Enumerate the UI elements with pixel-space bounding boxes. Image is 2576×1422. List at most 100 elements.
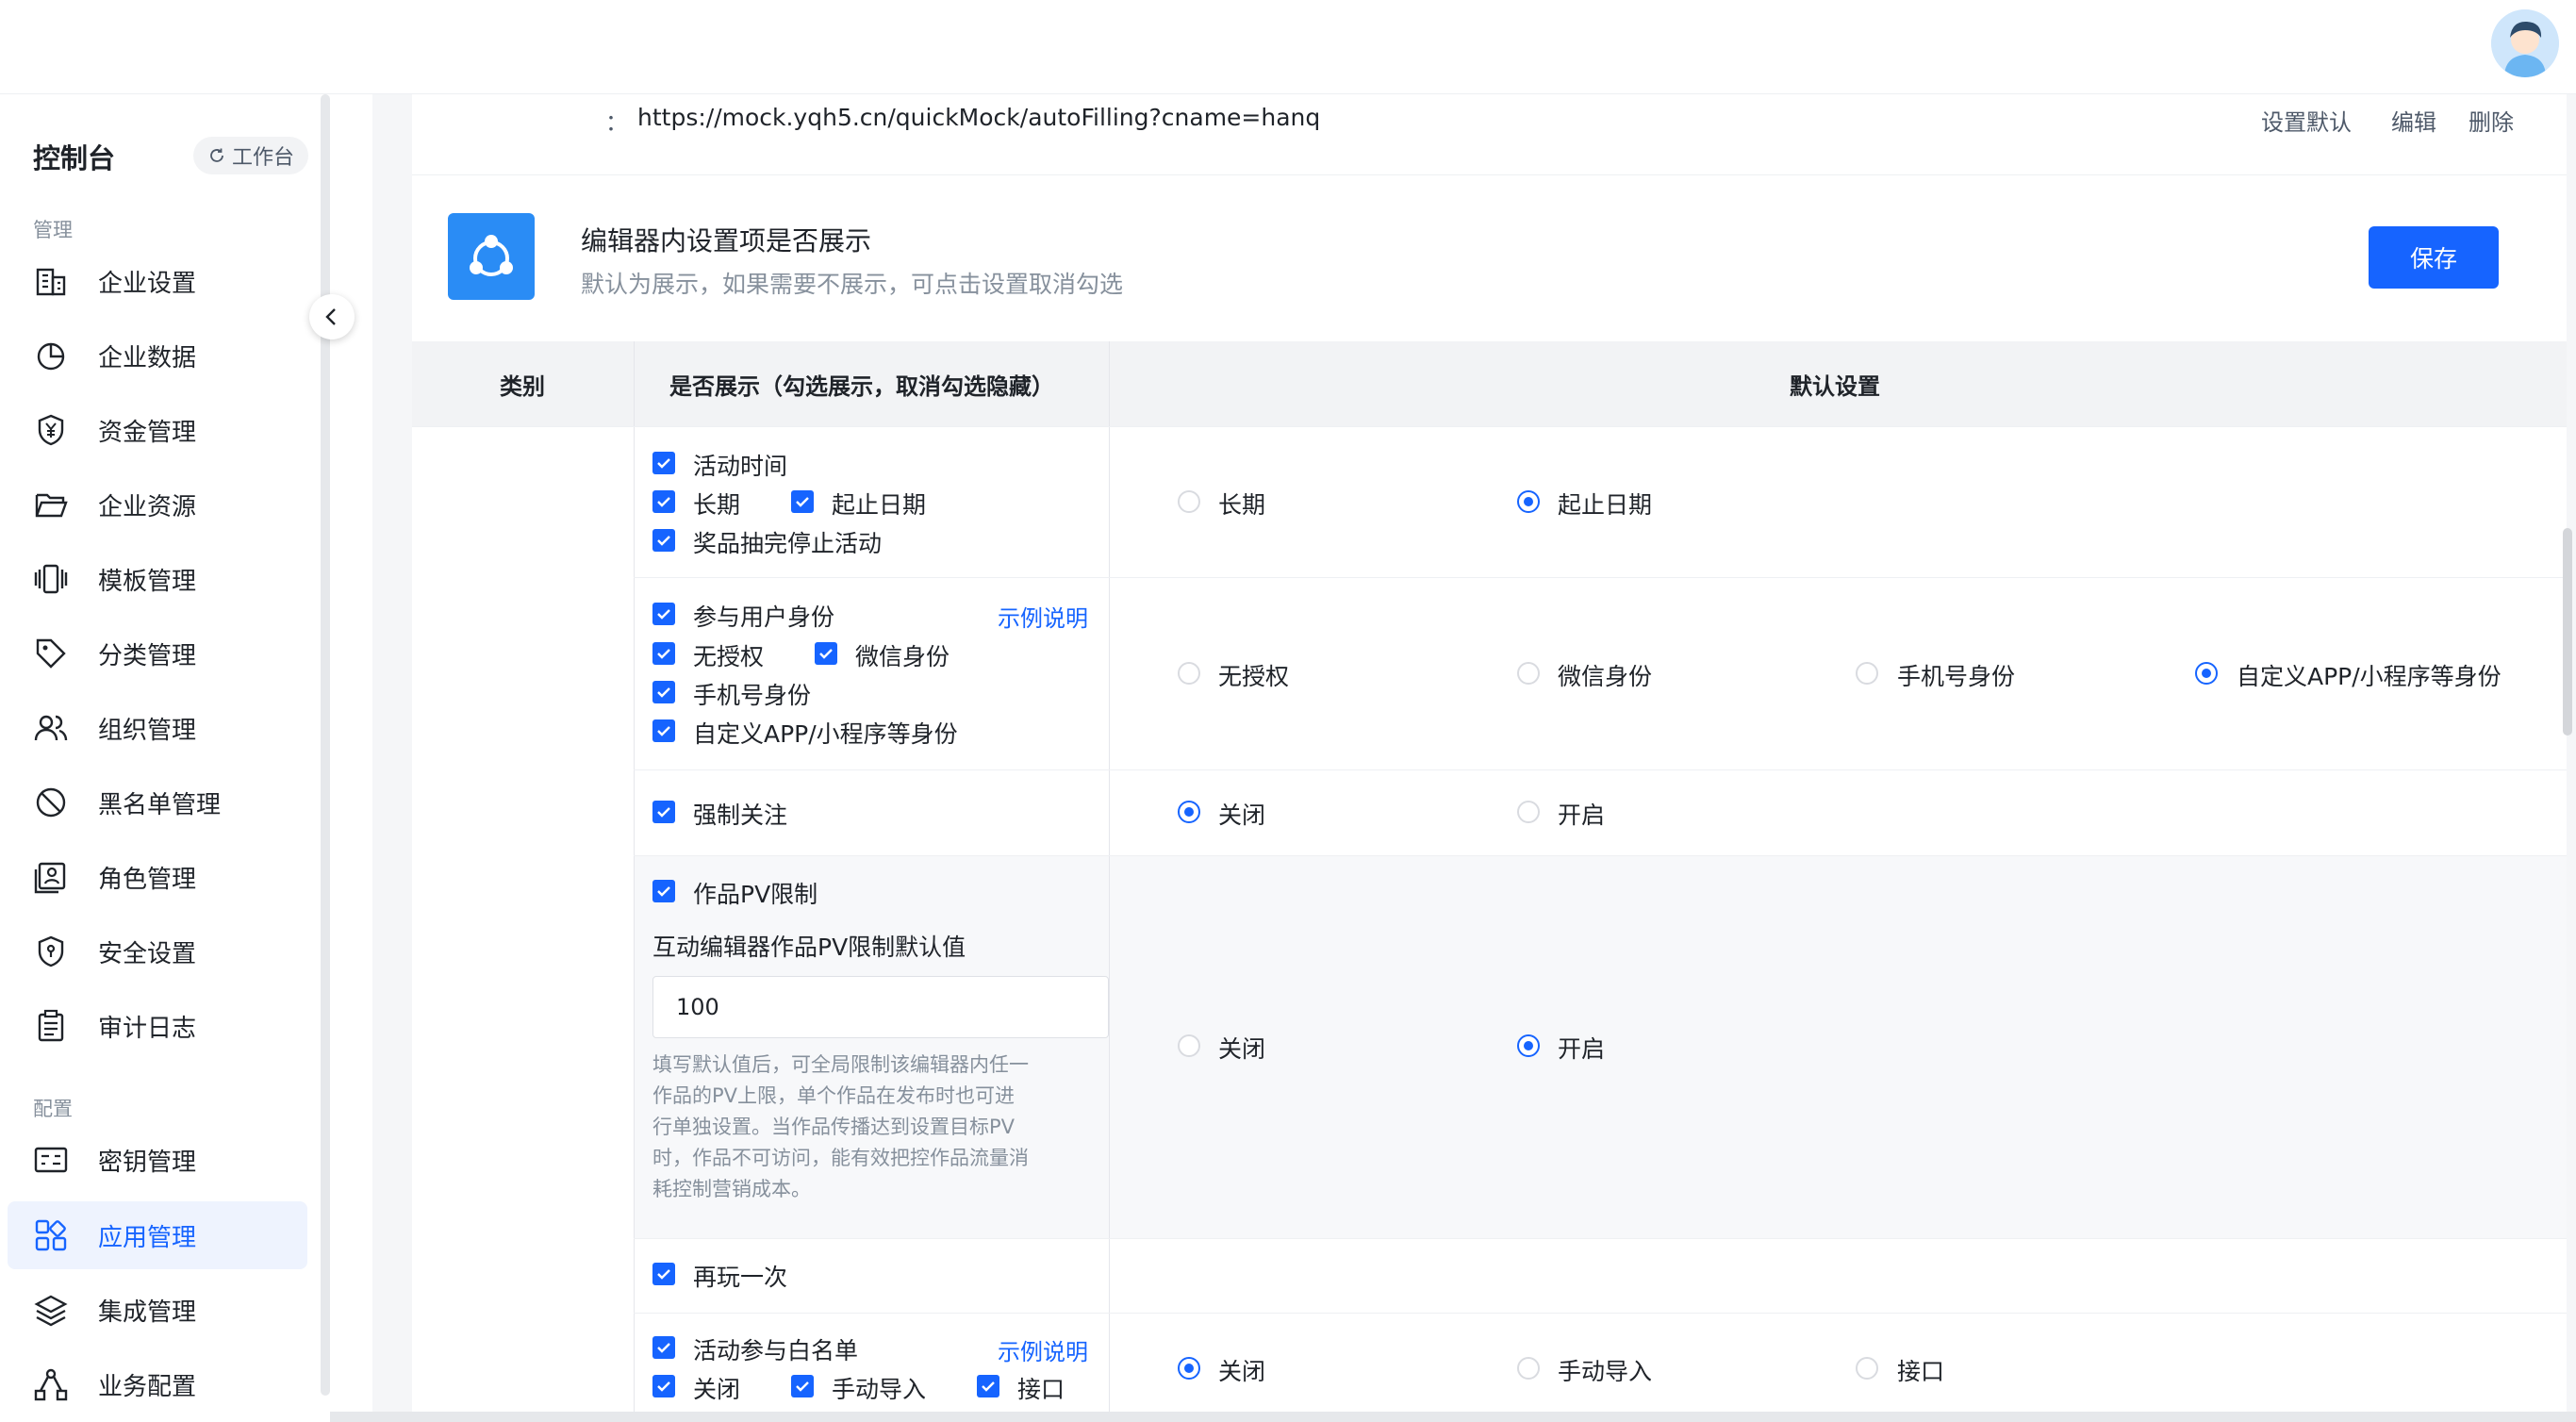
- radio-follow-on[interactable]: [1517, 801, 1540, 823]
- sidebar-item-label: 安全设置: [98, 939, 197, 968]
- sidebar-item-security-settings[interactable]: 安全设置: [8, 918, 307, 985]
- sidebar-scrollbar[interactable]: [321, 94, 330, 1396]
- radio-label: 开启: [1558, 1035, 1606, 1063]
- check-icon: [657, 687, 670, 698]
- save-button[interactable]: 保存: [2369, 226, 2499, 289]
- user-avatar[interactable]: [2491, 9, 2559, 77]
- radio-custom-app-identity[interactable]: [2195, 662, 2218, 685]
- delete-link[interactable]: 删除: [2469, 104, 2514, 137]
- divider: [412, 426, 2567, 427]
- checkbox-whitelist-api[interactable]: [977, 1375, 999, 1397]
- avatar-icon: [2491, 9, 2559, 77]
- check-icon: [657, 807, 670, 818]
- radio-phone-identity[interactable]: [1856, 662, 1878, 685]
- radio-wechat-identity[interactable]: [1517, 662, 1540, 685]
- sidebar-item-category-management[interactable]: 分类管理: [8, 620, 307, 687]
- radio-pv-off[interactable]: [1178, 1034, 1200, 1057]
- divider: [634, 341, 635, 1422]
- sidebar-item-org-management[interactable]: 组织管理: [8, 694, 307, 762]
- radio-whitelist-api[interactable]: [1856, 1357, 1878, 1380]
- checkbox-stop-when-prizes-out[interactable]: [652, 529, 675, 552]
- console-title: 控制台: [33, 142, 116, 174]
- sidebar-item-label: 密钥管理: [98, 1148, 197, 1177]
- ban-icon: [36, 787, 66, 818]
- sidebar-item-template-management[interactable]: 模板管理: [8, 545, 307, 613]
- check-icon: [657, 1269, 670, 1280]
- radio-label: 开启: [1558, 802, 1606, 829]
- check-icon: [796, 497, 809, 507]
- radio-follow-off[interactable]: [1178, 801, 1200, 823]
- sidebar-item-business-config[interactable]: 业务配置: [8, 1350, 307, 1418]
- sidebar-item-enterprise-settings[interactable]: 企业设置: [8, 247, 307, 315]
- example-link[interactable]: 示例说明: [998, 1333, 1088, 1366]
- sidebar-item-label: 组织管理: [98, 716, 197, 745]
- checkbox-date-range[interactable]: [791, 490, 814, 513]
- checkbox-label: 长期: [693, 491, 741, 519]
- checkbox-label: 微信身份: [855, 643, 950, 670]
- workbench-button[interactable]: 工作台: [193, 137, 308, 174]
- horizontal-scrollbar[interactable]: [330, 1412, 2576, 1422]
- radio-label: 微信身份: [1558, 663, 1653, 690]
- checkbox-phone-identity[interactable]: [652, 681, 675, 703]
- sidebar-item-key-management[interactable]: 密钥管理: [8, 1126, 307, 1194]
- sidebar-item-label: 企业数据: [98, 343, 197, 372]
- main-scrollbar[interactable]: [2563, 528, 2572, 736]
- radio-whitelist-manual[interactable]: [1517, 1357, 1540, 1380]
- checkbox-custom-app-identity[interactable]: [652, 719, 675, 742]
- radio-no-auth[interactable]: [1178, 662, 1200, 685]
- key-card-icon: [34, 1147, 68, 1173]
- sidebar-item-label: 业务配置: [98, 1372, 197, 1401]
- sidebar-item-label: 模板管理: [98, 567, 197, 596]
- divider: [1109, 341, 1110, 1422]
- checkbox-force-follow[interactable]: [652, 801, 675, 823]
- checkbox-play-again[interactable]: [652, 1263, 675, 1285]
- check-icon: [657, 649, 670, 659]
- header-category: 类别: [500, 373, 545, 400]
- sidebar-item-enterprise-resources[interactable]: 企业资源: [8, 471, 307, 538]
- pv-limit-input[interactable]: [652, 976, 1109, 1038]
- checkbox-label: 自定义APP/小程序等身份: [693, 720, 958, 748]
- nav-group-config: 配置: [33, 1098, 73, 1120]
- divider: [634, 1238, 2567, 1239]
- layers-icon: [34, 1295, 68, 1327]
- checkbox-pv-limit[interactable]: [652, 880, 675, 902]
- radio-label: 手机号身份: [1897, 663, 2016, 690]
- check-icon: [657, 536, 670, 546]
- section-subtitle: 默认为展示，如果需要不展示，可点击设置取消勾选: [581, 271, 1124, 298]
- checkbox-whitelist-manual[interactable]: [791, 1375, 814, 1397]
- sidebar-item-fund-management[interactable]: 资金管理: [8, 396, 307, 464]
- sidebar-item-blacklist-management[interactable]: 黑名单管理: [8, 769, 307, 836]
- radio-label: 关闭: [1218, 802, 1266, 829]
- edit-link[interactable]: 编辑: [2391, 104, 2436, 137]
- clipboard-icon: [38, 1009, 64, 1042]
- sidebar-collapse-button[interactable]: [309, 294, 355, 339]
- sidebar-item-label: 应用管理: [98, 1223, 197, 1252]
- sidebar-item-integration-management[interactable]: 集成管理: [8, 1276, 307, 1344]
- checkbox-no-auth[interactable]: [652, 642, 675, 665]
- checkbox-whitelist[interactable]: [652, 1336, 675, 1359]
- checkbox-whitelist-off[interactable]: [652, 1375, 675, 1397]
- sidebar-item-enterprise-data[interactable]: 企业数据: [8, 322, 307, 389]
- check-icon: [657, 1343, 670, 1353]
- checkbox-wechat-identity[interactable]: [815, 642, 837, 665]
- sidebar-item-label: 资金管理: [98, 418, 197, 447]
- radio-whitelist-off[interactable]: [1178, 1357, 1200, 1380]
- example-link[interactable]: 示例说明: [998, 600, 1088, 633]
- check-icon: [657, 886, 670, 897]
- sidebar-item-role-management[interactable]: 角色管理: [8, 843, 307, 911]
- building-icon: [36, 268, 66, 296]
- section-app-icon: [448, 213, 535, 300]
- set-default-link[interactable]: 设置默认: [2261, 104, 2352, 137]
- sidebar-item-audit-log[interactable]: 审计日志: [8, 992, 307, 1060]
- checkbox-activity-time[interactable]: [652, 452, 675, 474]
- checkbox-long-term[interactable]: [652, 490, 675, 513]
- checkbox-label: 参与用户身份: [693, 604, 835, 631]
- radio-date-range[interactable]: [1517, 490, 1540, 513]
- sidebar-item-label: 分类管理: [98, 641, 197, 670]
- check-icon: [819, 649, 833, 659]
- flow-icon: [34, 1368, 68, 1401]
- sidebar-item-app-management[interactable]: 应用管理: [8, 1201, 307, 1269]
- radio-pv-on[interactable]: [1517, 1034, 1540, 1057]
- checkbox-user-identity[interactable]: [652, 603, 675, 625]
- radio-long-term[interactable]: [1178, 490, 1200, 513]
